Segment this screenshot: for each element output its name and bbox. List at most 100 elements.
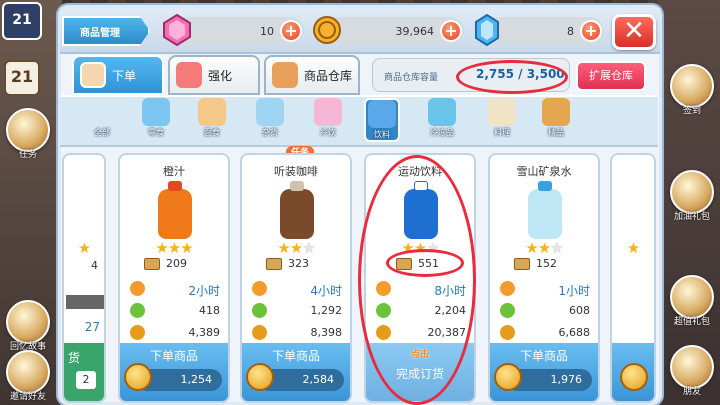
exp-icon: [500, 303, 515, 318]
highlight-oval-card: [358, 155, 476, 405]
clock-icon: [252, 281, 267, 296]
product-cost: 323: [266, 257, 309, 270]
warehouse-capacity-label: 商品仓库容量: [384, 73, 439, 83]
product-card-partial-left[interactable]: ★ 4 27 货 2: [62, 153, 106, 403]
add-coins-button[interactable]: +: [440, 20, 462, 42]
category-snacks-label: 零食: [148, 128, 164, 137]
category-snacks[interactable]: 零食: [138, 98, 174, 142]
category-premium[interactable]: 精品: [538, 98, 574, 142]
gem-counter: 10 +: [163, 14, 304, 46]
mission-label: 任务: [18, 150, 37, 160]
production-time-row: 4小时: [242, 279, 350, 299]
coin-icon: [246, 363, 274, 391]
invite-friend-button[interactable]: 邀请好友: [6, 350, 50, 402]
calendar-icon[interactable]: 21: [4, 60, 40, 96]
exp-icon: [130, 303, 145, 318]
profit-row: 6,688: [490, 323, 598, 343]
value-pack-button[interactable]: 超值礼包: [670, 275, 714, 327]
noodle-icon: [198, 98, 226, 126]
product-cost: 209: [144, 257, 187, 270]
upgrade-icon: [176, 62, 202, 88]
production-time: 1小时: [558, 284, 590, 298]
coin-icon: [620, 363, 648, 391]
profit-value: 6,688: [558, 326, 591, 339]
clock-icon: [500, 281, 515, 296]
checkin-button[interactable]: 签到: [670, 64, 714, 116]
product-card[interactable]: 橙汁 ★★★ 209 2小时 418 4,389 下单商品 1,254: [118, 153, 230, 403]
product-name: 雪山矿泉水: [516, 165, 572, 178]
tab-order-label: 下单: [112, 68, 137, 83]
box-icon: [144, 257, 160, 270]
value-pack-label: 超值礼包: [673, 317, 710, 327]
panel-title: 商品管理: [62, 16, 150, 46]
coin-icon: [500, 325, 515, 340]
crystal-icon: [475, 14, 499, 46]
tab-warehouse[interactable]: 商品仓库: [264, 55, 360, 95]
mineral-water-icon: [528, 181, 562, 239]
category-beverages[interactable]: 饮料: [364, 98, 400, 142]
category-beverages-label: 饮料: [374, 130, 390, 139]
checkin-label: 签到: [682, 106, 701, 116]
beverage-icon: [368, 100, 396, 128]
order-count: 2: [76, 371, 96, 389]
star-rating: ★★★: [277, 239, 315, 257]
category-noodles-label: 面食: [204, 128, 220, 137]
product-cost: 152: [514, 257, 557, 270]
order-product-button[interactable]: 下单商品 1,976: [490, 343, 598, 401]
order-button-partial[interactable]: [612, 343, 654, 401]
frozen-icon: [428, 98, 456, 126]
invite-label: 邀请好友: [9, 392, 46, 402]
crystal-counter: 8 +: [475, 14, 604, 46]
order-label: 货: [68, 351, 81, 365]
exp-row: 608: [490, 301, 598, 321]
close-button[interactable]: ✕: [612, 14, 656, 50]
product-name: 听装咖啡: [274, 165, 318, 178]
profit-row: 8,398: [242, 323, 350, 343]
orange-juice-icon: [158, 181, 192, 239]
order-label: 下单商品: [149, 349, 198, 363]
exp-row: 418: [120, 301, 228, 321]
fuel-pack-label: 加油礼包: [673, 212, 710, 222]
product-card[interactable]: 雪山矿泉水 ★★★ 152 1小时 608 6,688 下单商品 1,976: [488, 153, 600, 403]
gem-icon: [163, 14, 191, 46]
add-crystals-button[interactable]: +: [580, 20, 602, 42]
coin-counter: 39,964 +: [313, 16, 464, 45]
product-exp: 27: [84, 320, 100, 334]
star-rating: ★★★: [155, 239, 193, 257]
order-label: 下单商品: [519, 349, 568, 363]
product-card[interactable]: 听装咖啡 ★★★ 323 4小时 1,292 8,398 下单商品 2,584: [240, 153, 352, 403]
fuel-pack-button[interactable]: 加油礼包: [670, 170, 714, 222]
production-time: 2小时: [188, 284, 220, 298]
category-cuisine[interactable]: 料理: [484, 98, 520, 142]
category-grocery[interactable]: 杂货: [252, 98, 288, 142]
order-button-partial[interactable]: 货 2: [64, 343, 104, 401]
production-time-row: 1小时: [490, 279, 598, 299]
product-cost-value: 209: [166, 257, 187, 270]
order-label: 下单商品: [271, 349, 320, 363]
add-gems-button[interactable]: +: [280, 20, 302, 42]
coin-icon: [252, 325, 267, 340]
friends-button[interactable]: 朋友: [670, 345, 714, 397]
tab-upgrade[interactable]: 强化: [168, 55, 260, 95]
mission-button[interactable]: 任务: [6, 108, 50, 160]
category-noodles[interactable]: 面食: [194, 98, 230, 142]
tab-warehouse-label: 商品仓库: [304, 68, 353, 83]
category-frozen[interactable]: 冷冻品: [424, 98, 460, 142]
order-product-button[interactable]: 下单商品 1,254: [120, 343, 228, 401]
profit-value: 8,398: [310, 326, 343, 339]
story-button[interactable]: 回忆故事: [6, 300, 50, 352]
coin-count: 39,964: [395, 24, 435, 38]
product-card-partial-right[interactable]: ★: [610, 153, 656, 403]
gem-count: 10: [260, 24, 274, 38]
ice-cream-icon: [314, 98, 342, 126]
category-cold-drinks[interactable]: 冷饮: [310, 98, 346, 142]
expand-warehouse-button[interactable]: 扩展仓库: [576, 61, 646, 91]
order-product-button[interactable]: 下单商品 2,584: [242, 343, 350, 401]
grocery-icon: [256, 98, 284, 126]
highlight-oval-capacity: [456, 60, 568, 94]
tab-order[interactable]: 下单: [72, 55, 164, 95]
progress-bar: [66, 295, 104, 309]
category-all[interactable]: 全部: [84, 98, 120, 142]
category-cuisine-label: 料理: [494, 128, 510, 137]
player-level-badge[interactable]: 21: [2, 2, 42, 40]
